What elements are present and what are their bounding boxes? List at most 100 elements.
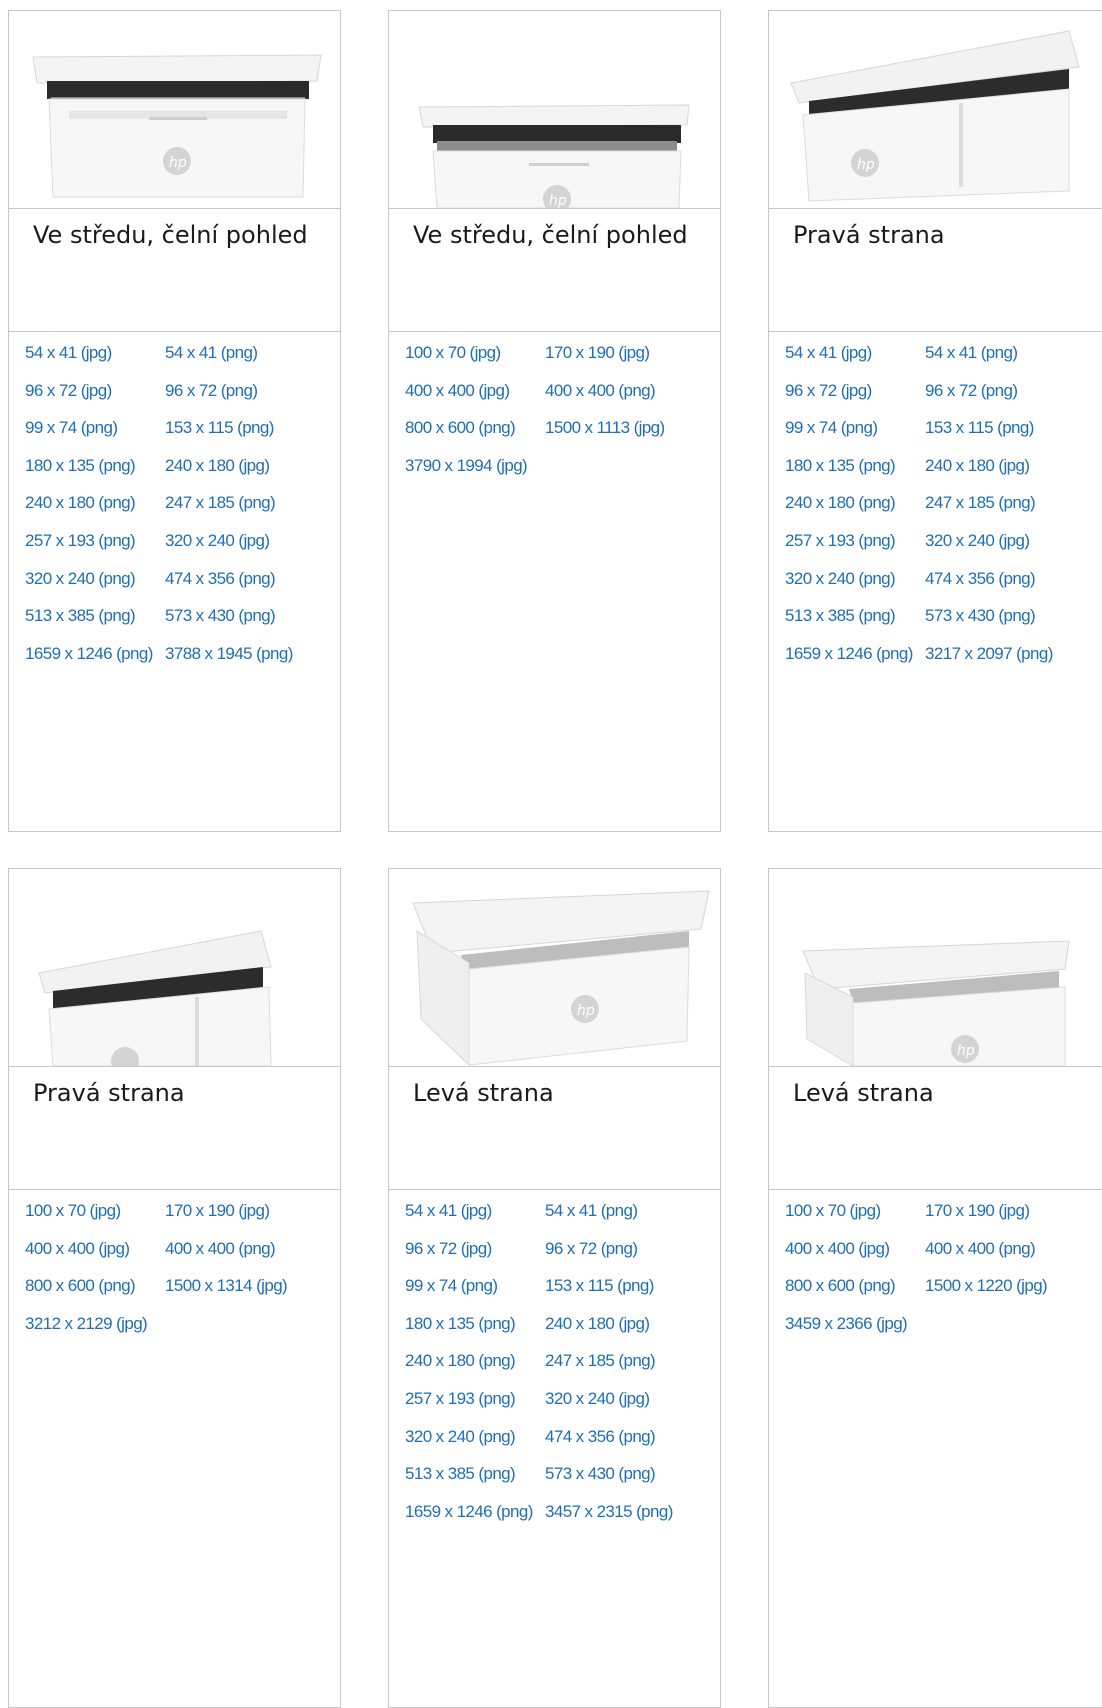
download-link[interactable]: 573 x 430 (png): [545, 1462, 705, 1500]
download-link[interactable]: 320 x 240 (png): [785, 567, 925, 605]
download-links: 100 x 70 (jpg) 170 x 190 (jpg) 400 x 400 (…: [405, 341, 720, 492]
download-link[interactable]: 400 x 400 (jpg): [785, 1237, 925, 1275]
download-link[interactable]: 3217 x 2097 (png): [925, 642, 1085, 680]
download-link[interactable]: 257 x 193 (png): [785, 529, 925, 567]
printer-left-closeup-thumbnail[interactable]: hp: [769, 869, 1102, 1067]
download-link[interactable]: 96 x 72 (jpg): [785, 379, 925, 417]
download-link[interactable]: 170 x 190 (jpg): [165, 1199, 325, 1237]
printer-left-thumbnail[interactable]: hp: [389, 869, 720, 1067]
printer-image-icon: hp: [790, 30, 1080, 202]
download-link[interactable]: 54 x 41 (png): [545, 1199, 705, 1237]
download-link[interactable]: 800 x 600 (png): [405, 416, 545, 454]
printer-image-icon: hp: [32, 54, 322, 198]
download-link[interactable]: 240 x 180 (jpg): [165, 454, 325, 492]
download-link[interactable]: 180 x 135 (png): [25, 454, 165, 492]
download-links: 100 x 70 (jpg) 170 x 190 (jpg) 400 x 400 (…: [785, 1199, 1102, 1349]
download-link[interactable]: 99 x 74 (png): [25, 416, 165, 454]
download-links: 54 x 41 (jpg) 54 x 41 (png) 96 x 72 (jpg) 9…: [785, 341, 1102, 679]
download-link[interactable]: 400 x 400 (png): [165, 1237, 325, 1275]
download-link[interactable]: 153 x 115 (png): [545, 1274, 705, 1312]
printer-front-closeup-thumbnail[interactable]: hp: [389, 11, 720, 209]
divider: [389, 331, 720, 332]
download-link[interactable]: 320 x 240 (jpg): [925, 529, 1085, 567]
card-title: Ve středu, čelní pohled: [413, 221, 688, 249]
divider: [769, 1189, 1102, 1190]
download-link[interactable]: 100 x 70 (jpg): [25, 1199, 165, 1237]
download-link[interactable]: 474 x 356 (png): [545, 1425, 705, 1463]
download-link[interactable]: 513 x 385 (png): [785, 604, 925, 642]
card-title: Levá strana: [413, 1079, 554, 1107]
download-link[interactable]: 153 x 115 (png): [165, 416, 325, 454]
download-link[interactable]: 247 x 185 (png): [165, 491, 325, 529]
download-link[interactable]: 513 x 385 (png): [405, 1462, 545, 1500]
image-card-right-side-1: hp Pravá strana 54 x 41 (jpg) 54 x 41 (pn…: [768, 10, 1102, 832]
download-link[interactable]: 180 x 135 (png): [785, 454, 925, 492]
download-link[interactable]: 170 x 190 (jpg): [545, 341, 705, 379]
download-link[interactable]: 54 x 41 (jpg): [25, 341, 165, 379]
download-link[interactable]: 54 x 41 (png): [925, 341, 1085, 379]
download-link[interactable]: 573 x 430 (png): [165, 604, 325, 642]
download-link[interactable]: 400 x 400 (jpg): [25, 1237, 165, 1275]
download-link[interactable]: 3212 x 2129 (jpg): [25, 1312, 165, 1350]
download-link[interactable]: 400 x 400 (jpg): [405, 379, 545, 417]
download-link[interactable]: 800 x 600 (png): [25, 1274, 165, 1312]
download-link[interactable]: 320 x 240 (jpg): [165, 529, 325, 567]
printer-right-thumbnail[interactable]: hp: [769, 11, 1102, 209]
download-link[interactable]: 54 x 41 (jpg): [405, 1199, 545, 1237]
divider: [389, 1189, 720, 1190]
svg-text:hp: hp: [857, 157, 875, 173]
download-link[interactable]: 96 x 72 (jpg): [25, 379, 165, 417]
download-link[interactable]: 1500 x 1220 (jpg): [925, 1274, 1085, 1312]
download-link[interactable]: 99 x 74 (png): [405, 1274, 545, 1312]
printer-image-icon: hp: [802, 940, 1070, 1066]
download-link[interactable]: 573 x 430 (png): [925, 604, 1085, 642]
download-link[interactable]: 240 x 180 (jpg): [925, 454, 1085, 492]
download-link[interactable]: 99 x 74 (png): [785, 416, 925, 454]
download-link[interactable]: 257 x 193 (png): [25, 529, 165, 567]
download-link[interactable]: 96 x 72 (png): [925, 379, 1085, 417]
download-link[interactable]: 100 x 70 (jpg): [785, 1199, 925, 1237]
download-link[interactable]: 320 x 240 (png): [405, 1425, 545, 1463]
download-link[interactable]: 3459 x 2366 (jpg): [785, 1312, 925, 1350]
download-link[interactable]: 96 x 72 (png): [545, 1237, 705, 1275]
download-link[interactable]: 96 x 72 (jpg): [405, 1237, 545, 1275]
download-link[interactable]: 1659 x 1246 (png): [405, 1500, 545, 1538]
download-link[interactable]: 400 x 400 (png): [545, 379, 705, 417]
download-link[interactable]: 100 x 70 (jpg): [405, 341, 545, 379]
download-link[interactable]: 1500 x 1113 (jpg): [545, 416, 705, 454]
printer-front-thumbnail[interactable]: hp: [9, 11, 340, 209]
printer-right-closeup-thumbnail[interactable]: [9, 869, 340, 1067]
download-link[interactable]: 54 x 41 (png): [165, 341, 325, 379]
download-links: 54 x 41 (jpg) 54 x 41 (png) 96 x 72 (jpg) 9…: [405, 1199, 720, 1538]
printer-image-icon: hp: [412, 890, 710, 1066]
download-link[interactable]: 240 x 180 (png): [405, 1349, 545, 1387]
download-link[interactable]: 1500 x 1314 (jpg): [165, 1274, 325, 1312]
download-link[interactable]: 3457 x 2315 (png): [545, 1500, 705, 1538]
download-link[interactable]: 247 x 185 (png): [925, 491, 1085, 529]
download-links: 54 x 41 (jpg) 54 x 41 (png) 96 x 72 (jpg) 9…: [25, 341, 340, 680]
download-link[interactable]: 240 x 180 (png): [25, 491, 165, 529]
download-link[interactable]: 1659 x 1246 (png): [785, 642, 925, 680]
download-link[interactable]: 474 x 356 (png): [165, 567, 325, 605]
download-link[interactable]: 240 x 180 (jpg): [545, 1312, 705, 1350]
download-link[interactable]: 474 x 356 (png): [925, 567, 1085, 605]
download-link[interactable]: 153 x 115 (png): [925, 416, 1085, 454]
download-link[interactable]: 240 x 180 (png): [785, 491, 925, 529]
download-link[interactable]: 1659 x 1246 (png): [25, 642, 165, 680]
download-link[interactable]: 320 x 240 (jpg): [545, 1387, 705, 1425]
download-link[interactable]: 170 x 190 (jpg): [925, 1199, 1085, 1237]
printer-image-icon: [38, 930, 272, 1066]
download-link[interactable]: 247 x 185 (png): [545, 1349, 705, 1387]
image-card-right-side-2: Pravá strana 100 x 70 (jpg) 170 x 190 (jp…: [8, 868, 341, 1708]
download-link[interactable]: 3790 x 1994 (jpg): [405, 454, 545, 492]
download-link[interactable]: 513 x 385 (png): [25, 604, 165, 642]
image-card-front-center-1: hp Ve středu, čelní pohled 54 x 41 (jpg)…: [8, 10, 341, 832]
download-link[interactable]: 54 x 41 (jpg): [785, 341, 925, 379]
download-link[interactable]: 96 x 72 (png): [165, 379, 325, 417]
download-link[interactable]: 180 x 135 (png): [405, 1312, 545, 1350]
download-link[interactable]: 800 x 600 (png): [785, 1274, 925, 1312]
download-link[interactable]: 3788 x 1945 (png): [165, 642, 325, 680]
download-link[interactable]: 257 x 193 (png): [405, 1387, 545, 1425]
download-link[interactable]: 400 x 400 (png): [925, 1237, 1085, 1275]
download-link[interactable]: 320 x 240 (png): [25, 567, 165, 605]
